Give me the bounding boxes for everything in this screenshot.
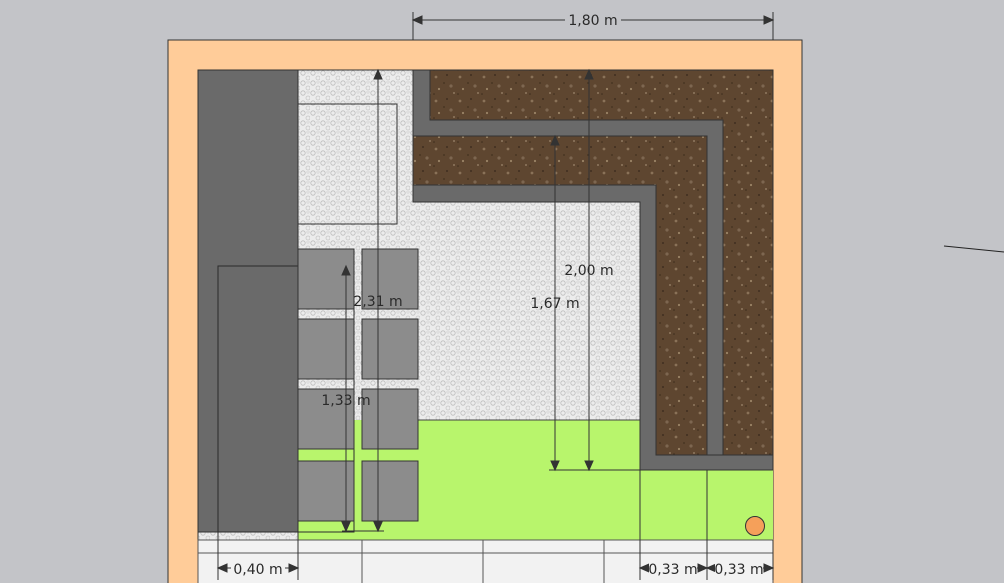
stepping-stone	[361, 460, 419, 522]
stray-guide-line	[943, 245, 1004, 253]
stepping-stone	[361, 318, 419, 380]
dim-label-bed-width-1: 0,33 m	[648, 562, 697, 578]
dim-label-inner-height: 1,67 m	[530, 296, 579, 312]
garden-plan-canvas[interactable]: 1,80 m 2,31 m 2,00 m 1,67 m 1,33 m 0,40 …	[0, 0, 1004, 583]
dim-label-steps-depth: 1,33 m	[321, 393, 370, 409]
dim-label-wall-width: 0,40 m	[233, 562, 282, 578]
dim-label-bed-width-2: 0,33 m	[714, 562, 763, 578]
wall	[197, 69, 299, 533]
dim-label-pebble-depth: 2,31 m	[353, 294, 402, 310]
dim-label-top-width: 1,80 m	[568, 13, 617, 29]
dim-label-inner-depth: 2,00 m	[564, 263, 613, 279]
marker-circle[interactable]	[745, 516, 765, 536]
